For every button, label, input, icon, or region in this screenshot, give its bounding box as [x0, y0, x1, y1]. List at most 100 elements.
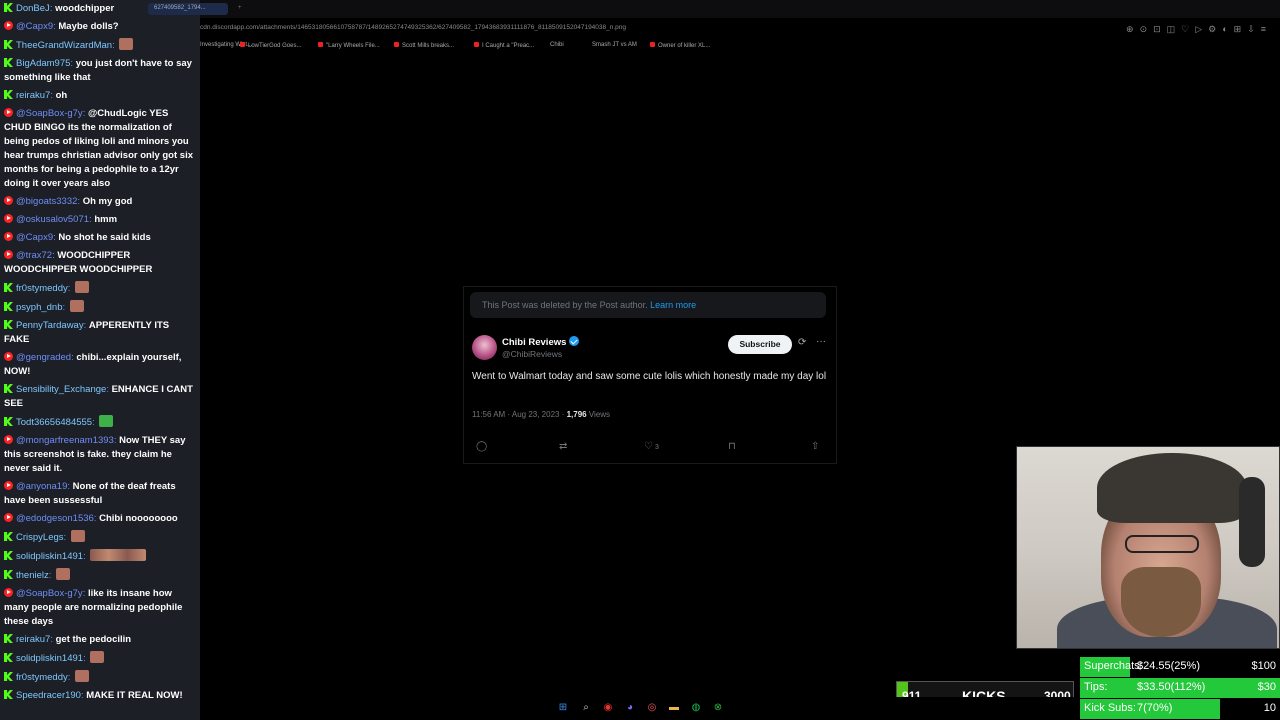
chat-username[interactable]: @mongarfreenam1393	[16, 435, 114, 446]
chat-username[interactable]: PennyTardaway	[16, 320, 84, 331]
chat-username[interactable]: thenielz	[16, 570, 49, 581]
bookmark-item[interactable]: I Caught a "Preac...	[474, 42, 534, 49]
browser-tab-strip: 627409582_1794... +	[148, 0, 1280, 18]
chat-username[interactable]: solidpliskin1491	[16, 551, 83, 562]
discord-icon[interactable]: ◕	[624, 702, 636, 714]
chat-message: Speedracer190: MAKE IT REAL NOW!	[0, 687, 200, 705]
bookmark-item[interactable]: LowTierGod Goes...	[240, 42, 301, 49]
url-text[interactable]: cdn.discordapp.com/attachments/146531805…	[200, 24, 626, 31]
reply-icon[interactable]: ◯	[476, 441, 487, 452]
youtube-icon	[4, 352, 13, 361]
chat-username[interactable]: solidpliskin1491	[16, 653, 83, 664]
chat-emote-icon	[56, 568, 71, 580]
chat-separator: :	[48, 570, 55, 581]
browser-icon[interactable]: ◎	[646, 702, 658, 714]
chat-message: Todt36656484555:	[0, 413, 200, 432]
chat-message: @trax72: WOODCHIPPER WOODCHIPPER WOODCHI…	[0, 247, 200, 279]
xbox-icon[interactable]: ⊗	[712, 702, 724, 714]
address-bar[interactable]: cdn.discordapp.com/attachments/146531805…	[200, 18, 1280, 40]
bookmark-icon[interactable]: ⊓	[728, 441, 736, 452]
avatar[interactable]	[472, 335, 497, 360]
subscribe-button[interactable]: Subscribe	[728, 335, 792, 354]
chat-username[interactable]: TheeGrandWizardMan	[16, 40, 112, 51]
kick-icon	[4, 90, 13, 99]
chat-emote-icon	[70, 530, 85, 542]
chat-username[interactable]: @edodgeson1536	[16, 513, 94, 524]
chat-username[interactable]: Todt36656484555	[16, 417, 92, 428]
goal-target: $100	[1251, 660, 1276, 672]
bookmarks-bar: Investigating Wizt... LowTierGod Goes...…	[200, 40, 1280, 54]
goal-label: Superchats:	[1084, 660, 1143, 672]
chat-username[interactable]: CrispyLegs	[16, 532, 64, 543]
chat-username[interactable]: @bigoats3332	[16, 196, 77, 207]
chat-message: @edodgeson1536: Chibi noooooooo	[0, 510, 200, 528]
kick-icon	[4, 58, 13, 67]
learn-more-link[interactable]: Learn more	[650, 300, 696, 310]
chat-emote-icon	[75, 670, 90, 682]
chat-text: Oh my god	[82, 196, 133, 207]
heart-icon: ♡	[644, 441, 653, 452]
chat-text: Chibi noooooooo	[99, 513, 178, 524]
kick-icon	[4, 551, 13, 560]
youtube-icon	[4, 588, 13, 597]
record-icon[interactable]: ◉	[602, 702, 614, 714]
donation-goals-panel: Superchats: $24.55(25%) $100 Tips: $33.5…	[1080, 657, 1280, 720]
chat-username[interactable]: DonBeJ	[16, 3, 50, 14]
tweet-author-handle[interactable]: @ChibiReviews	[502, 349, 562, 359]
webcam-feed	[1016, 446, 1280, 649]
webcam-glasses	[1125, 535, 1199, 553]
chat-message: BigAdam975: you just don't have to say s…	[0, 55, 200, 87]
bookmark-item[interactable]: "Larry Wheels File...	[318, 42, 380, 49]
new-tab-icon[interactable]: +	[232, 3, 248, 15]
chat-username[interactable]: @oskusalov5071	[16, 214, 89, 225]
verified-badge-icon	[569, 336, 580, 346]
chat-username[interactable]: psyph_dnb	[16, 302, 62, 313]
chat-username[interactable]: @gengraded	[16, 352, 71, 363]
chat-username[interactable]: Speedracer190	[16, 690, 81, 701]
toolbar-icons[interactable]: ⊕⊙⊡◫♡▷⚙◐⊞⇩≡	[1126, 24, 1272, 35]
like-button[interactable]: ♡ 3	[644, 441, 659, 452]
chat-message: @mongarfreenam1393: Now THEY say this sc…	[0, 432, 200, 478]
bookmark-item[interactable]: Smash JT vs AM	[592, 42, 637, 48]
chat-username[interactable]: @Capx9	[16, 232, 53, 243]
chat-username[interactable]: fr0stymeddy	[16, 283, 68, 294]
chat-username[interactable]: Sensibility_Exchange	[16, 384, 106, 395]
goal-row-tips: Tips: $33.50(112%) $30	[1080, 678, 1280, 698]
chat-username[interactable]: reiraku7	[16, 634, 50, 645]
chat-username[interactable]: @Capx9	[16, 21, 53, 32]
search-icon[interactable]: ⌕	[580, 702, 592, 714]
like-count: 3	[654, 444, 659, 451]
kick-icon	[4, 320, 13, 329]
tweet-text: Went to Walmart today and saw some cute …	[472, 371, 827, 382]
chat-username[interactable]: BigAdam975	[16, 58, 70, 69]
bookmark-item[interactable]: Chibi	[550, 42, 564, 48]
chat-username[interactable]: @trax72	[16, 250, 52, 261]
youtube-icon	[4, 21, 13, 30]
chat-username[interactable]: @SoapBox-g7y	[16, 588, 83, 599]
folder-icon[interactable]: ▬	[668, 702, 680, 714]
taskbar: ⊞ ⌕ ◉ ◕ ◎ ▬ ◍ ⊗	[200, 697, 1080, 720]
youtube-icon	[4, 481, 13, 490]
author-name-text[interactable]: Chibi Reviews	[502, 337, 566, 348]
chat-username[interactable]: reiraku7	[16, 90, 50, 101]
chat-username[interactable]: fr0stymeddy	[16, 672, 68, 683]
start-icon[interactable]: ⊞	[557, 702, 569, 714]
bookmark-item[interactable]: Owner of killer XL...	[650, 42, 710, 49]
share-icon[interactable]: ⇧	[811, 441, 819, 452]
chat-emote-icon	[69, 300, 84, 312]
chat-emote-icon	[99, 415, 114, 427]
chat-username[interactable]: @SoapBox-g7y	[16, 108, 83, 119]
browser-tab-active[interactable]: 627409582_1794...	[148, 3, 228, 15]
chat-message: @SoapBox-g7y: like its insane how many p…	[0, 585, 200, 631]
tweet-author-name[interactable]: Chibi Reviews	[502, 336, 580, 348]
chat-username[interactable]: @anyona19	[16, 481, 67, 492]
goal-value: $24.55(25%)	[1137, 660, 1200, 672]
repost-icon[interactable]: ⇄	[559, 441, 567, 452]
youtube-icon	[4, 513, 13, 522]
more-options-icon[interactable]: ···	[816, 336, 826, 347]
grok-icon[interactable]: ⟳	[798, 337, 806, 348]
spotify-icon[interactable]: ◍	[690, 702, 702, 714]
bookmark-item[interactable]: Scott Mills breaks...	[394, 42, 454, 49]
goal-target: 10	[1263, 702, 1276, 714]
chat-text: @ChudLogic YES CHUD BINGO its the normal…	[4, 108, 193, 189]
